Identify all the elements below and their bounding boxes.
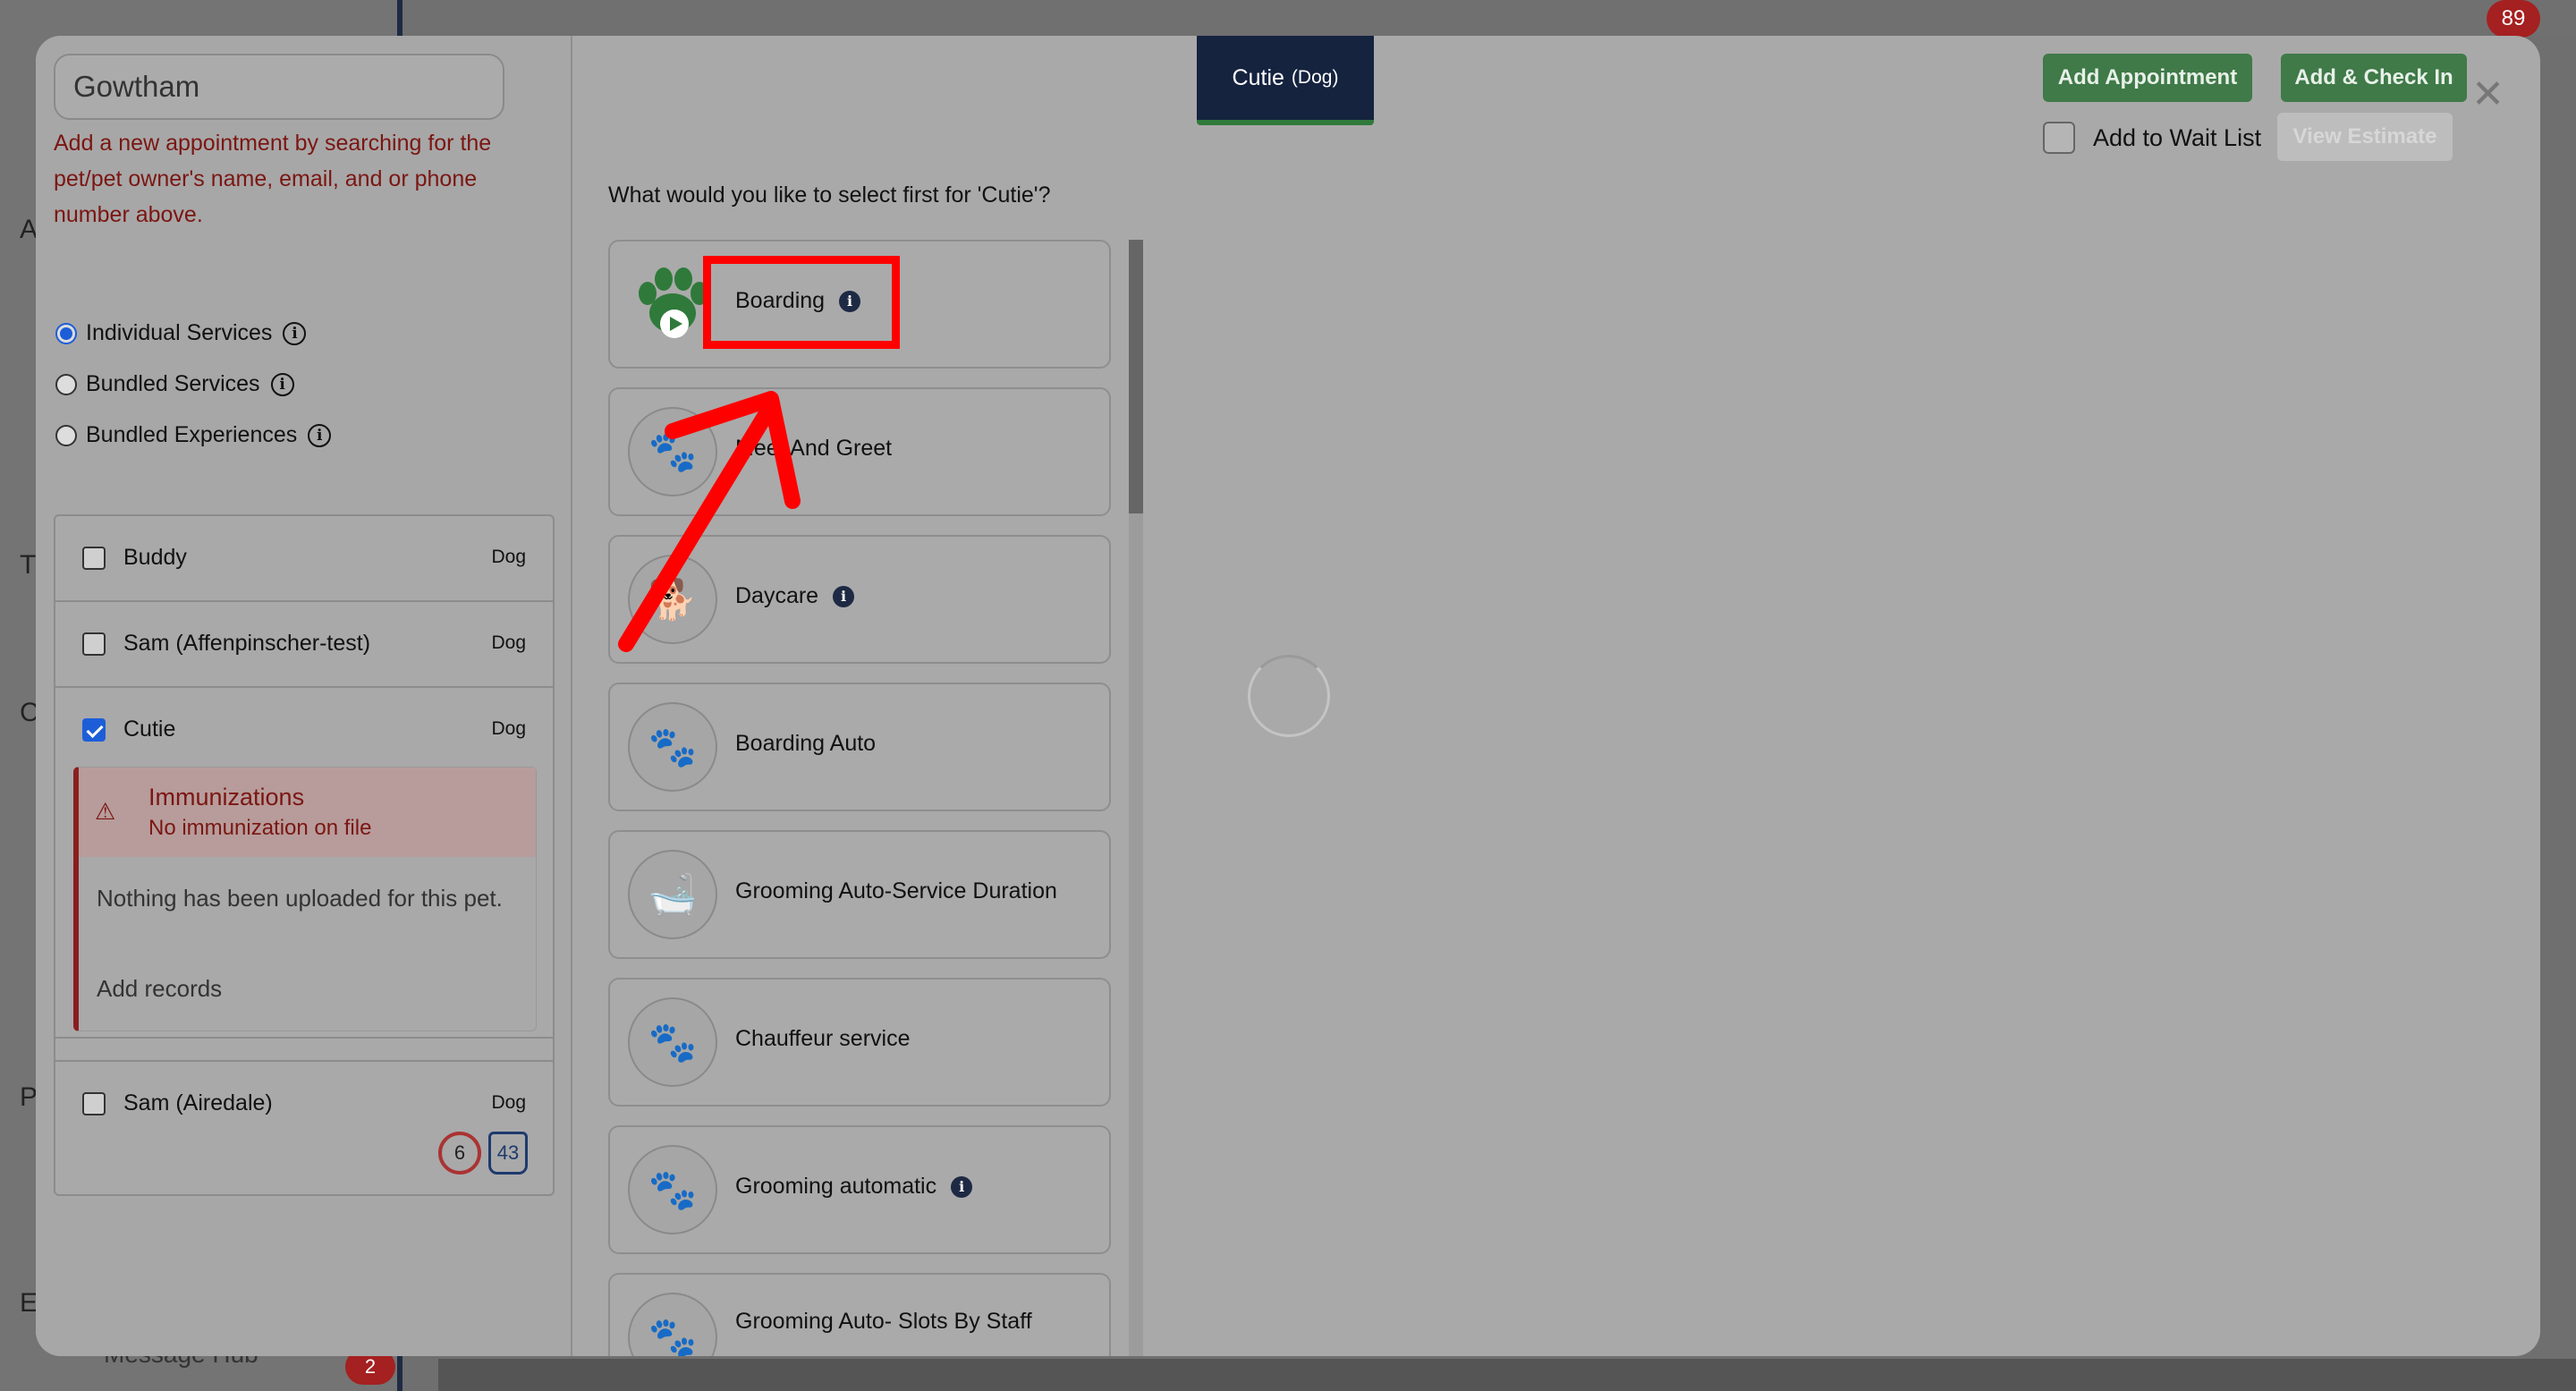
annotation-arrow-icon <box>618 391 801 652</box>
